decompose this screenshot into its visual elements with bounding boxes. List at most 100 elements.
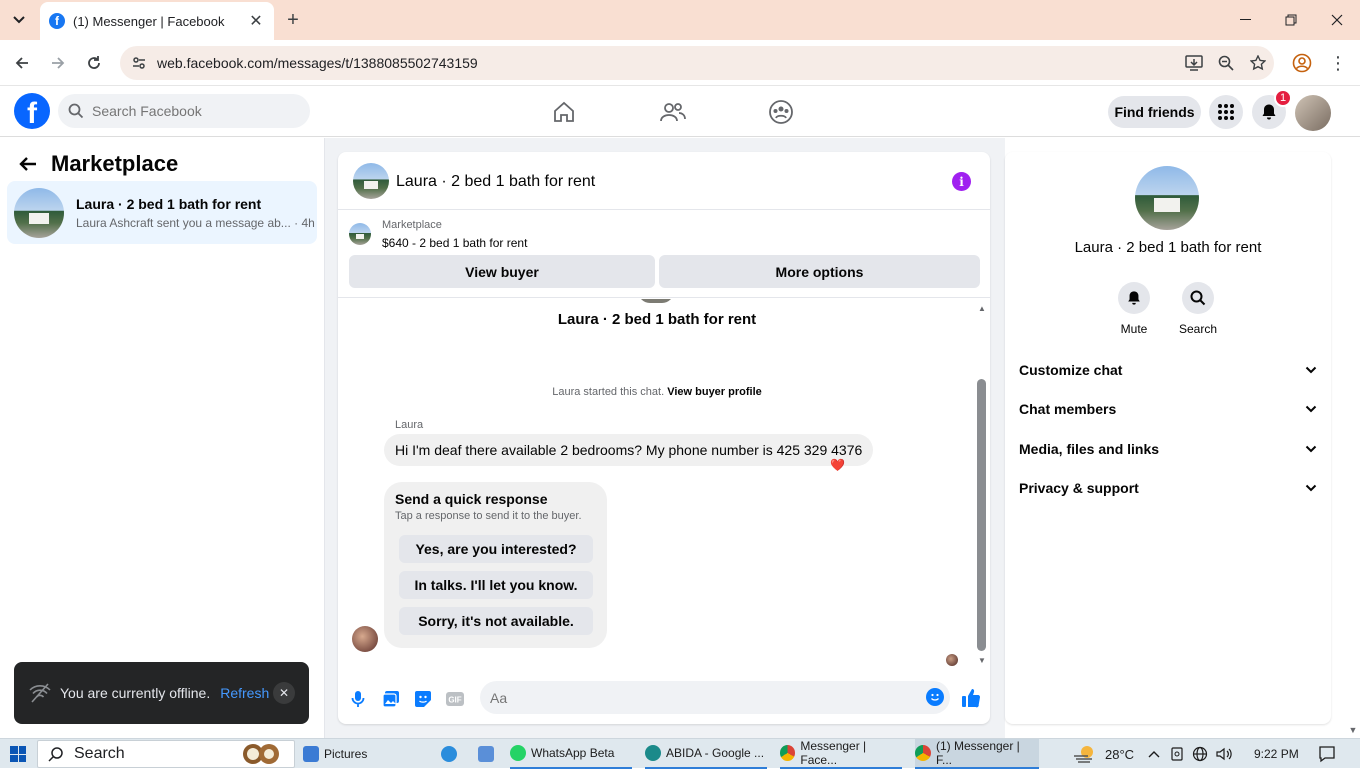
new-tab-button[interactable]: + — [282, 9, 304, 31]
back-button[interactable] — [10, 51, 34, 75]
sender-avatar[interactable] — [352, 626, 378, 652]
speaker-icon[interactable] — [1216, 747, 1232, 761]
refresh-link[interactable]: Refresh — [220, 685, 269, 701]
menu-grid-button[interactable] — [1209, 95, 1243, 129]
windows-start-icon[interactable] — [10, 746, 26, 762]
tab-search-button[interactable] — [8, 9, 30, 31]
quick-response-button[interactable]: Yes, are you interested? — [399, 535, 593, 563]
home-nav-icon[interactable] — [548, 96, 580, 128]
conversation-item[interactable]: Laura · 2 bed 1 bath for rent Laura Ashc… — [7, 181, 317, 244]
zoom-icon[interactable] — [1210, 49, 1242, 77]
address-bar[interactable]: web.facebook.com/messages/t/138808550274… — [120, 46, 1274, 80]
emoji-icon[interactable] — [926, 688, 944, 706]
minimize-window-button[interactable] — [1231, 8, 1259, 32]
folder-icon — [303, 746, 319, 762]
search-icon[interactable] — [1182, 282, 1214, 314]
friends-nav-icon[interactable] — [657, 96, 689, 128]
listing-price-title[interactable]: $640 - 2 bed 1 bath for rent — [382, 236, 527, 250]
conversation-info-icon[interactable]: i — [952, 172, 971, 191]
grid-icon — [1218, 104, 1234, 120]
taskbar-whatsapp[interactable]: WhatsApp Beta — [510, 739, 632, 769]
gif-icon[interactable]: GIF — [445, 689, 465, 709]
chevron-down-icon — [1305, 405, 1317, 413]
search-label: Search — [1178, 322, 1218, 336]
chat-avatar[interactable] — [353, 163, 389, 199]
message-text: Hi I'm deaf there available 2 bedrooms? … — [395, 442, 863, 458]
message-thread[interactable]: Laura · 2 bed 1 bath for rent Laura star… — [338, 299, 990, 669]
taskbar-pictures[interactable]: Pictures — [303, 739, 367, 769]
heart-reaction-icon[interactable]: ❤️ — [830, 458, 845, 472]
reload-button[interactable] — [82, 51, 106, 75]
quick-response-button[interactable]: Sorry, it's not available. — [399, 607, 593, 635]
media-files-links-section[interactable]: Media, files and links — [1019, 434, 1317, 464]
profile-icon[interactable] — [1290, 51, 1314, 75]
chat-header: Laura · 2 bed 1 bath for rent i — [338, 152, 990, 210]
thread-title: Laura · 2 bed 1 bath for rent — [557, 311, 757, 328]
taskbar-edge[interactable] — [441, 739, 462, 769]
facebook-search-input[interactable] — [92, 103, 292, 119]
taskbar-keyboard[interactable] — [478, 739, 499, 769]
chat-title[interactable]: Laura · 2 bed 1 bath for rent — [396, 173, 595, 191]
facebook-logo-icon[interactable]: f — [14, 93, 50, 129]
scroll-down-arrow-icon[interactable]: ▼ — [976, 655, 988, 665]
close-toast-icon[interactable]: ✕ — [273, 682, 295, 704]
photo-icon[interactable] — [381, 689, 401, 709]
coconut-widget-icon — [240, 742, 282, 766]
install-app-icon[interactable] — [1178, 49, 1210, 77]
taskbar-clock[interactable]: 9:22 PM — [1254, 747, 1299, 761]
thread-avatar — [638, 299, 674, 303]
temperature[interactable]: 28°C — [1105, 747, 1134, 762]
search-action[interactable]: Search — [1168, 282, 1228, 336]
message-input[interactable] — [480, 681, 950, 714]
site-info-icon[interactable] — [124, 55, 154, 71]
account-avatar[interactable] — [1295, 95, 1331, 131]
bookmark-star-icon[interactable] — [1242, 49, 1274, 77]
taskbar-item-label: ABIDA - Google ... — [666, 746, 765, 760]
page-scroll-down-arrow-icon[interactable]: ▼ — [1346, 724, 1360, 736]
section-label: Privacy & support — [1019, 480, 1139, 496]
tray-device-icon[interactable] — [1170, 747, 1184, 761]
quick-response-button[interactable]: In talks. I'll let you know. — [399, 571, 593, 599]
thread-scrollbar-thumb[interactable] — [977, 379, 986, 651]
taskbar-edge-abida[interactable]: ABIDA - Google ... — [645, 739, 767, 769]
offline-toast: You are currently offline. Refresh ✕ — [14, 662, 309, 724]
groups-nav-icon[interactable] — [765, 96, 797, 128]
mute-action[interactable]: Mute — [1104, 282, 1164, 336]
globe-icon[interactable] — [1192, 746, 1208, 762]
taskbar-item-label: WhatsApp Beta — [531, 746, 615, 760]
restore-window-button[interactable] — [1277, 8, 1305, 32]
message-bubble[interactable]: Hi I'm deaf there available 2 bedrooms? … — [384, 434, 874, 466]
privacy-support-section[interactable]: Privacy & support — [1019, 473, 1317, 503]
facebook-search[interactable] — [58, 94, 310, 128]
thumbs-up-icon[interactable] — [960, 687, 982, 709]
view-buyer-button[interactable]: View buyer — [349, 255, 655, 288]
sender-name: Laura — [395, 419, 424, 431]
taskbar-chrome-messenger-active[interactable]: (1) Messenger | F... — [915, 739, 1039, 769]
close-tab-icon[interactable]: ✕ — [244, 9, 268, 33]
restore-icon — [1285, 14, 1297, 26]
conversation-details-panel: Laura · 2 bed 1 bath for rent Mute Searc… — [1005, 152, 1331, 724]
taskbar-chrome-messenger[interactable]: Messenger | Face... — [780, 739, 902, 769]
chat-members-section[interactable]: Chat members — [1019, 394, 1317, 424]
view-buyer-profile-link[interactable]: View buyer profile — [667, 386, 762, 398]
quick-response-subtitle: Tap a response to send it to the buyer. — [395, 510, 582, 522]
facebook-favicon-icon: f — [49, 13, 65, 29]
notification-center-icon[interactable] — [1318, 745, 1336, 763]
back-arrow-icon[interactable] — [18, 154, 40, 176]
bell-icon[interactable] — [1118, 282, 1150, 314]
browser-tab-active[interactable]: f (1) Messenger | Facebook ✕ — [40, 2, 274, 40]
microphone-icon[interactable] — [348, 689, 368, 709]
forward-button[interactable] — [46, 51, 70, 75]
customize-chat-section[interactable]: Customize chat — [1019, 355, 1317, 385]
find-friends-button[interactable]: Find friends — [1108, 96, 1201, 128]
taskbar-search[interactable]: Search — [37, 740, 295, 768]
conversation-list-panel: Marketplace Laura · 2 bed 1 bath for ren… — [0, 138, 325, 738]
sticker-icon[interactable] — [413, 689, 433, 709]
scroll-up-arrow-icon[interactable]: ▲ — [976, 303, 988, 313]
more-options-button[interactable]: More options — [659, 255, 980, 288]
close-window-button[interactable] — [1323, 8, 1351, 32]
tray-chevron-up-icon[interactable] — [1148, 750, 1160, 758]
chrome-icon — [780, 745, 796, 761]
browser-menu-icon[interactable]: ⋮ — [1328, 51, 1348, 75]
svg-text:GIF: GIF — [448, 696, 461, 705]
